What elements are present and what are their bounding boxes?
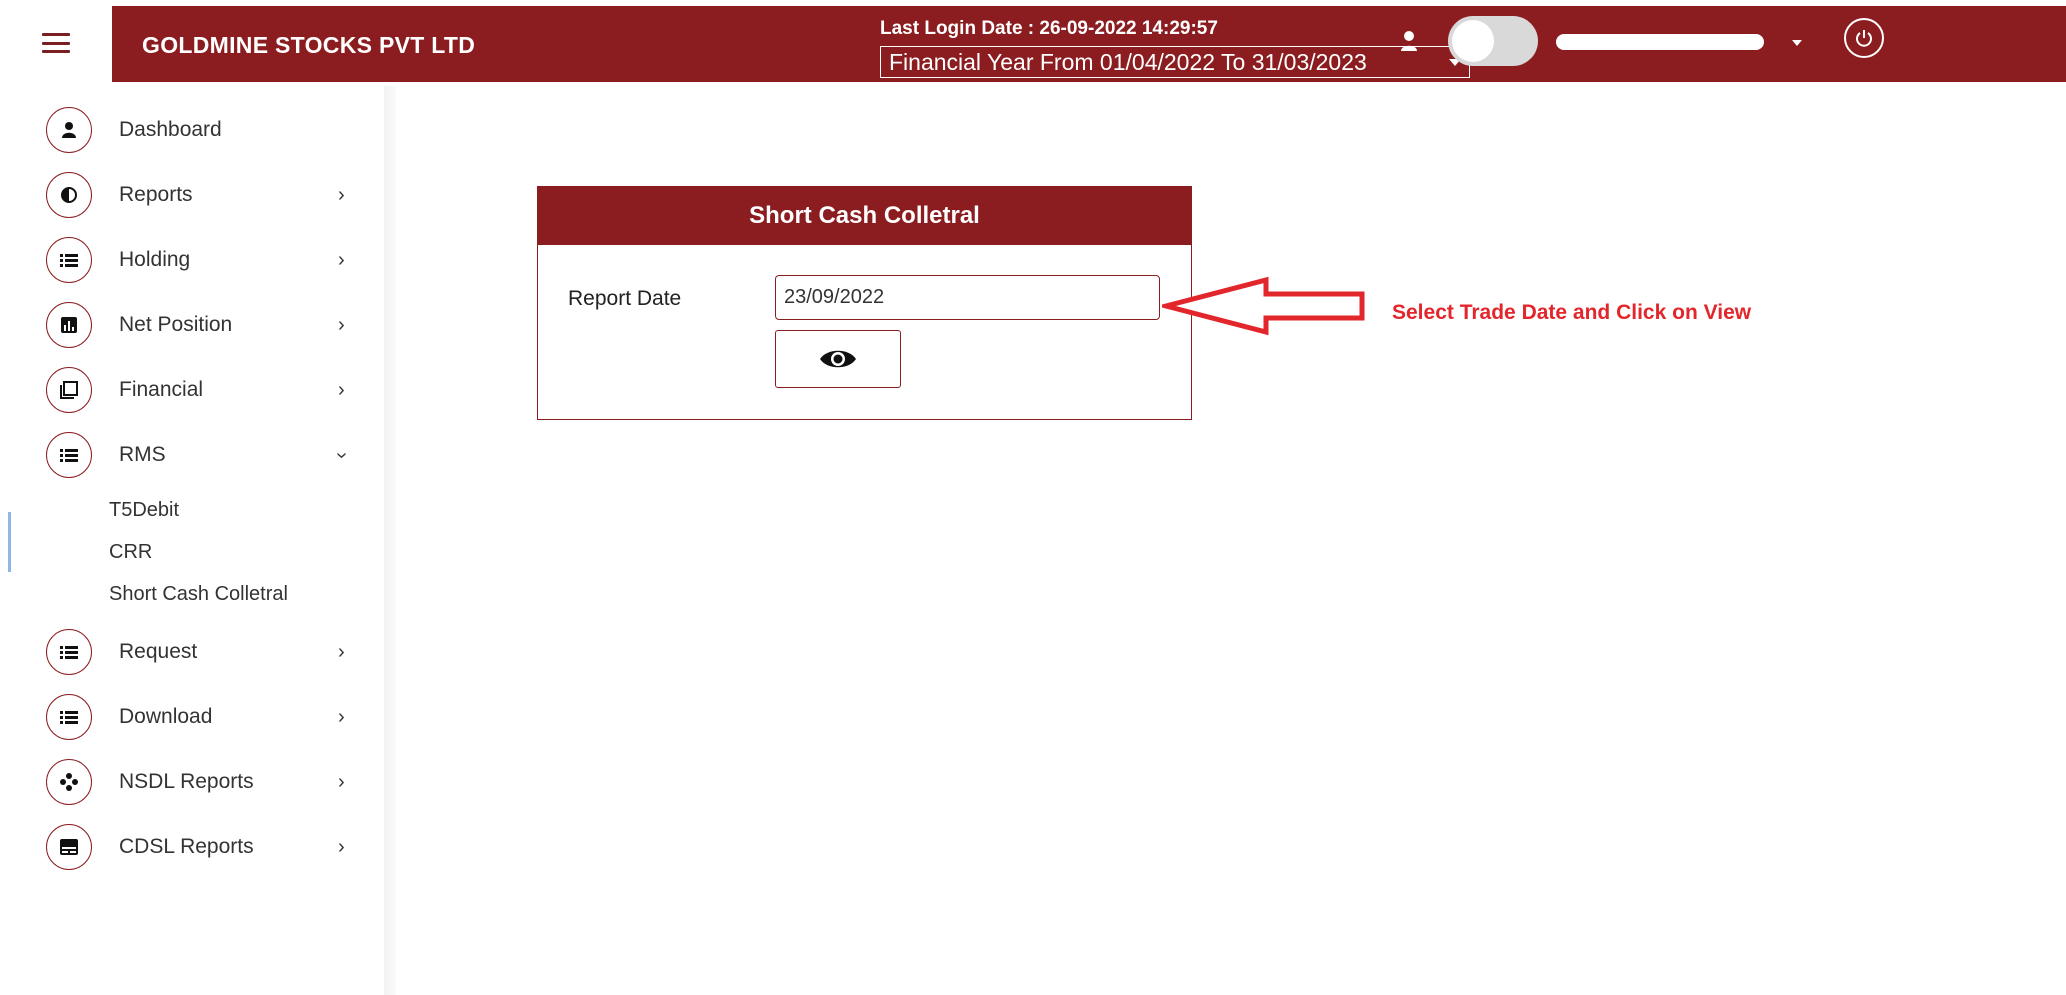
chevron-right-icon: ›	[338, 313, 345, 336]
sidebar-item-reports[interactable]: Reports ›	[0, 167, 384, 223]
user-menu-caret-icon[interactable]	[1792, 40, 1802, 46]
chevron-right-icon: ›	[338, 378, 345, 401]
list-icon	[46, 432, 92, 478]
chevron-right-icon: ›	[338, 705, 345, 728]
top-header: GOLDMINE STOCKS PVT LTD Last Login Date …	[0, 0, 2066, 86]
annotation-arrow	[1162, 276, 1365, 336]
view-button[interactable]	[775, 330, 901, 388]
sidebar-item-label: Dashboard	[119, 118, 222, 141]
list-icon	[46, 237, 92, 283]
sidebar-item-label: Financial	[119, 378, 204, 401]
sidebar-item-nsdl-reports[interactable]: NSDL Reports ›	[0, 754, 384, 810]
chevron-down-icon: ›	[330, 451, 353, 459]
sidebar-subitem-short-cash-colletral[interactable]: Short Cash Colletral	[109, 583, 288, 606]
active-item-marker	[8, 512, 11, 572]
sidebar-item-holding[interactable]: Holding ›	[0, 232, 384, 288]
list-icon	[46, 629, 92, 675]
brand-bar: GOLDMINE STOCKS PVT LTD Last Login Date …	[112, 6, 2066, 82]
copy-icon	[46, 367, 92, 413]
theme-toggle[interactable]	[1448, 16, 1538, 66]
menu-toggle-button[interactable]	[0, 0, 112, 86]
report-date-label: Report Date	[568, 287, 682, 310]
chevron-right-icon: ›	[338, 770, 345, 793]
company-name: GOLDMINE STOCKS PVT LTD	[142, 32, 476, 58]
sidebar-divider	[384, 86, 396, 995]
user-icon	[1401, 31, 1417, 51]
card-icon	[46, 824, 92, 870]
card-title: Short Cash Colletral	[538, 187, 1191, 245]
sidebar-item-financial[interactable]: Financial ›	[0, 362, 384, 418]
financial-year-value: Financial Year From 01/04/2022 To 31/03/…	[889, 48, 1367, 75]
sidebar-item-label: NSDL Reports	[119, 770, 254, 793]
sidebar-item-label: Net Position	[119, 313, 233, 336]
last-login-date: Last Login Date : 26-09-2022 14:29:57	[880, 18, 1218, 39]
financial-year-select[interactable]: Financial Year From 01/04/2022 To 31/03/…	[880, 46, 1470, 78]
sidebar-subitem-crr[interactable]: CRR	[109, 541, 152, 564]
toggle-knob	[1452, 20, 1494, 62]
logout-button[interactable]	[1844, 18, 1884, 58]
annotation-text: Select Trade Date and Click on View	[1392, 301, 1752, 324]
sidebar-item-cdsl-reports[interactable]: CDSL Reports ›	[0, 819, 384, 875]
list-icon	[46, 694, 92, 740]
sidebar-item-download[interactable]: Download ›	[0, 689, 384, 745]
bar-chart-icon	[46, 302, 92, 348]
eye-icon	[820, 350, 856, 368]
sidebar-item-label: Download	[119, 705, 213, 728]
hamburger-icon	[42, 33, 70, 53]
chevron-right-icon: ›	[338, 640, 345, 663]
sidebar-item-label: Holding	[119, 248, 191, 271]
gamepad-icon	[46, 759, 92, 805]
chevron-right-icon: ›	[338, 183, 345, 206]
sidebar-item-label: Request	[119, 640, 198, 663]
sidebar-item-request[interactable]: Request ›	[0, 624, 384, 680]
user-icon	[46, 107, 92, 153]
user-name-redacted[interactable]	[1556, 34, 1764, 50]
chevron-right-icon: ›	[338, 835, 345, 858]
sidebar-item-label: RMS	[119, 443, 166, 466]
sidebar-item-dashboard[interactable]: Dashboard	[0, 102, 384, 158]
sidebar-item-label: CDSL Reports	[119, 835, 254, 858]
chevron-right-icon: ›	[338, 248, 345, 271]
sidebar-item-net-position[interactable]: Net Position ›	[0, 297, 384, 353]
sidebar-item-rms[interactable]: RMS ›	[0, 427, 384, 483]
power-icon	[1856, 30, 1872, 47]
sidebar-subitem-t5debit[interactable]: T5Debit	[109, 499, 179, 522]
report-date-input[interactable]	[775, 275, 1160, 320]
contrast-icon	[46, 172, 92, 218]
sidebar-item-label: Reports	[119, 183, 193, 206]
short-cash-colletral-card: Short Cash Colletral Report Date	[537, 186, 1192, 420]
